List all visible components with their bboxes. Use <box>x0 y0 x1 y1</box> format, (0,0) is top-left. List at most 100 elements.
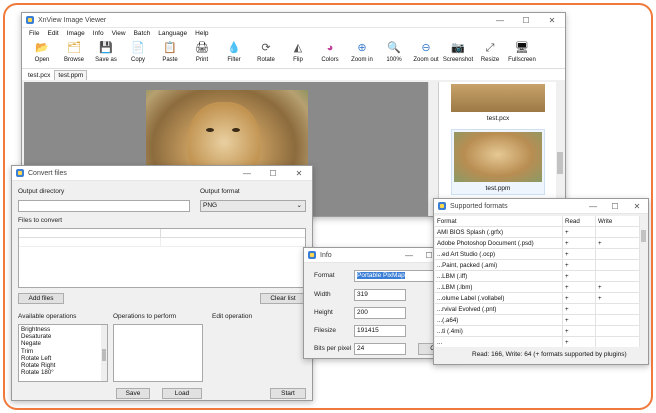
canvas-scrollbar[interactable] <box>428 82 436 216</box>
output-directory-input[interactable] <box>18 200 190 212</box>
operation-item[interactable]: Rotate Right <box>19 362 107 369</box>
screenshot-button[interactable]: 📷 Screenshot <box>442 39 474 63</box>
scrollbar-thumb[interactable] <box>641 230 646 242</box>
operation-item[interactable]: Negate <box>19 340 107 347</box>
filter-button[interactable]: 💧 Filter <box>218 39 250 63</box>
column-header[interactable]: Write <box>596 216 640 226</box>
colors-button[interactable]: ◕ Colors <box>314 39 346 63</box>
maximize-button[interactable]: ☐ <box>604 199 626 214</box>
table-row[interactable]: Adobe Photoshop Document (.psd) + + <box>435 238 640 249</box>
available-operations-list[interactable]: Brightness Desaturate Negate Trim Rotate… <box>18 324 108 382</box>
clear-list-button[interactable]: Clear list <box>260 293 306 304</box>
table-row[interactable]: ... + <box>435 337 640 347</box>
fullscreen-button[interactable]: 🖥 Fullscreen <box>506 39 538 63</box>
operation-item[interactable]: Rotate Left <box>19 355 107 362</box>
table-row[interactable]: ...ti (.4mi) + <box>435 326 640 337</box>
minimize-button[interactable]: — <box>582 199 604 214</box>
save-button[interactable]: Save <box>116 388 150 399</box>
resize-button[interactable]: ⤢ Resize <box>474 39 506 63</box>
operation-item[interactable]: Desaturate <box>19 333 107 340</box>
app-icon <box>26 16 34 24</box>
menu-view[interactable]: View <box>108 30 130 37</box>
maximize-button[interactable]: ☐ <box>260 166 286 181</box>
table-row[interactable]: ...LBM (.lbm) + + <box>435 282 640 293</box>
tab-test-pcx[interactable]: test.pcx <box>24 70 54 80</box>
files-list[interactable] <box>18 228 306 288</box>
zoom-in-button[interactable]: ⊕ Zoom in <box>346 39 378 63</box>
column-header[interactable]: Format <box>435 216 563 226</box>
tab-test-ppm[interactable]: test.ppm <box>54 70 88 80</box>
menu-image[interactable]: Image <box>63 30 89 37</box>
open-button[interactable]: 📂 Open <box>26 39 58 63</box>
table-row[interactable]: ...olume Label (.vollabel) + + <box>435 293 640 304</box>
minimize-button[interactable]: — <box>399 248 419 263</box>
close-button[interactable]: ✕ <box>539 13 565 28</box>
app-icon <box>438 202 446 210</box>
output-format-select[interactable]: PNG ⌄ <box>200 200 306 212</box>
main-window-title: XnView Image Viewer <box>38 16 107 24</box>
table-row[interactable]: ...ed Art Studio (.ocp) + <box>435 249 640 260</box>
start-button[interactable]: Start <box>270 388 306 399</box>
load-button[interactable]: Load <box>162 388 202 399</box>
column-header[interactable] <box>19 229 161 237</box>
cell: ...LBM (.lbm) <box>435 282 563 292</box>
menu-file[interactable]: File <box>25 30 43 37</box>
flip-button[interactable]: ◭ Flip <box>282 39 314 63</box>
cell: ...LBM (.iff) <box>435 271 563 281</box>
operations-scrollbar[interactable] <box>101 325 107 381</box>
thumbnail-item[interactable]: test.ppm <box>451 129 545 195</box>
close-button[interactable]: ✕ <box>626 199 648 214</box>
minimize-button[interactable]: — <box>487 13 513 28</box>
menu-batch[interactable]: Batch <box>130 30 155 37</box>
scrollbar-thumb[interactable] <box>557 152 563 174</box>
table-row[interactable]: ...Paint, packed (.ami) + <box>435 260 640 271</box>
browse-button[interactable]: 🗂 Browse <box>58 39 90 63</box>
formats-status: Read: 166, Write: 64 (+ formats supporte… <box>472 351 627 358</box>
cell: ...(.a64) <box>435 315 563 325</box>
print-button[interactable]: 🖨 Print <box>186 39 218 63</box>
table-row[interactable]: ...rvival Evolved (.pnt) + <box>435 304 640 315</box>
cell: + <box>596 293 640 303</box>
scrollbar-thumb[interactable] <box>102 349 106 361</box>
cell: + <box>563 260 596 270</box>
thumbnail-item[interactable]: test.pcx <box>451 84 545 126</box>
zoom-out-button[interactable]: ⊖ Zoom out <box>410 39 442 63</box>
table-row[interactable]: ...(.a64) + <box>435 315 640 326</box>
close-button[interactable]: ✕ <box>286 166 312 181</box>
operation-item[interactable]: Brightness <box>19 326 107 333</box>
operation-item[interactable]: Rotate 180° <box>19 369 107 376</box>
files-to-convert-label: Files to convert <box>18 217 63 224</box>
table-row[interactable]: ...LBM (.iff) + <box>435 271 640 282</box>
menu-language[interactable]: Language <box>154 30 191 37</box>
width-field[interactable]: 319 <box>354 289 406 301</box>
zoom-100-button[interactable]: 🔍 100% <box>378 39 410 63</box>
operations-to-perform-list[interactable] <box>113 324 203 382</box>
document-tabs: test.pcx test.ppm <box>22 69 565 80</box>
menu-help[interactable]: Help <box>191 30 212 37</box>
column-header[interactable] <box>161 229 305 237</box>
formats-scrollbar[interactable] <box>640 216 647 347</box>
table-row[interactable]: AMI BIOS Splash (.grfx) + <box>435 227 640 238</box>
maximize-button[interactable]: ☐ <box>513 13 539 28</box>
menu-edit[interactable]: Edit <box>43 30 62 37</box>
filesize-field[interactable]: 191415 <box>354 325 406 337</box>
formats-table-header: Format Read Write <box>435 216 640 227</box>
rotate-button[interactable]: ⟳ Rotate <box>250 39 282 63</box>
add-files-button[interactable]: Add files <box>18 293 64 304</box>
bits-per-pixel-field[interactable]: 24 <box>354 343 406 355</box>
cell: ...ti (.4mi) <box>435 326 563 336</box>
column-header[interactable]: Read <box>563 216 596 226</box>
paste-button[interactable]: 📋 Paste <box>154 39 186 63</box>
save-as-button[interactable]: 💾 Save as <box>90 39 122 63</box>
format-value: Portable PixMap <box>357 272 405 279</box>
cell: + <box>563 337 596 347</box>
cell: + <box>563 326 596 336</box>
copy-button[interactable]: 📄 Copy <box>122 39 154 63</box>
height-field[interactable]: 200 <box>354 307 406 319</box>
width-label: Width <box>314 291 331 298</box>
operation-item[interactable]: Trim <box>19 348 107 355</box>
floppy-disk-icon: 💾 <box>99 42 113 54</box>
minimize-button[interactable]: — <box>234 166 260 181</box>
thumbnail-scrollbar[interactable] <box>556 82 564 216</box>
menu-info[interactable]: Info <box>89 30 108 37</box>
